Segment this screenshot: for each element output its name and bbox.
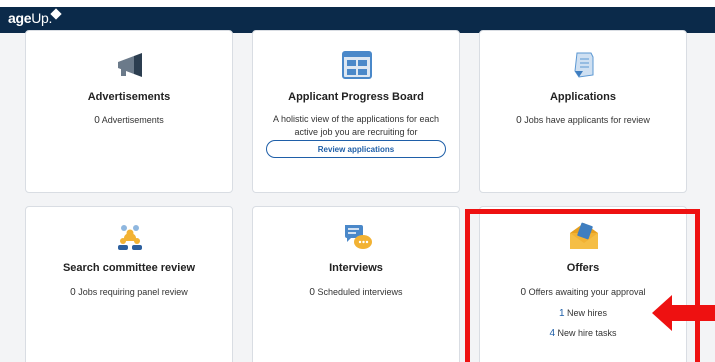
megaphone-icon (118, 53, 142, 77)
card-stat: 0 Jobs have applicants for review (480, 115, 686, 126)
stat-label: Advertisements (101, 115, 164, 125)
arrow-icon (652, 295, 715, 331)
card-stat: 0 Scheduled interviews (253, 287, 459, 298)
top-strip (0, 0, 715, 7)
board-icon (342, 51, 372, 79)
stat-label: Scheduled interviews (317, 287, 403, 297)
people-icon (118, 225, 142, 250)
stat-count: 0 (516, 115, 522, 126)
card-title: Interviews (329, 262, 383, 274)
stat-count: 0 (70, 287, 76, 298)
document-icon (574, 52, 594, 78)
card-title: Applicant Progress Board (288, 91, 424, 103)
stat-label: Jobs requiring panel review (78, 287, 188, 297)
interviews-card[interactable]: Interviews 0 Scheduled interviews (252, 206, 460, 362)
chat-bubbles-icon (345, 225, 372, 249)
stat-label: Jobs have applicants for review (524, 115, 650, 125)
applicant-progress-board-card[interactable]: Applicant Progress Board A holistic view… (252, 30, 460, 193)
card-stat: 0 Advertisements (26, 115, 232, 126)
highlight-box (465, 209, 700, 362)
card-stat: 0 Jobs requiring panel review (26, 287, 232, 298)
card-title: Search committee review (62, 262, 196, 274)
card-title: Applications (549, 91, 616, 103)
applications-card[interactable]: Applications 0 Jobs have applicants for … (479, 30, 687, 193)
review-applications-button[interactable]: Review applications (266, 140, 446, 158)
stat-count: 0 (94, 115, 100, 126)
search-committee-review-card[interactable]: Search committee review 0 Jobs requiring… (25, 206, 233, 362)
card-description: A holistic view of the applications for … (272, 114, 440, 137)
advertisements-card[interactable]: Advertisements 0 Advertisements (25, 30, 233, 193)
stat-count: 0 (309, 287, 315, 298)
pageup-logo[interactable]: ageUp. (8, 10, 52, 26)
card-title: Advertisements (87, 91, 171, 103)
